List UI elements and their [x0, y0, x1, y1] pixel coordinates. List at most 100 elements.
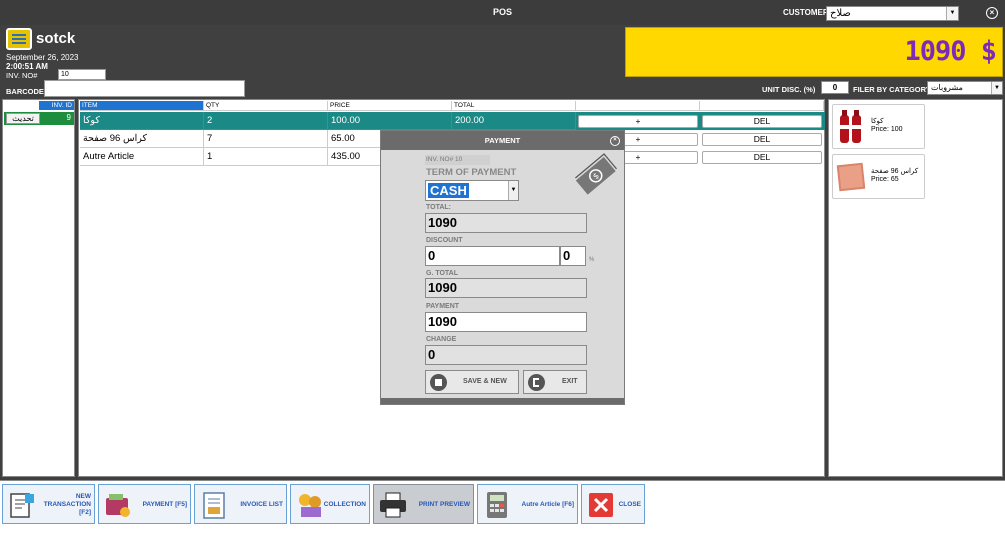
gtotal-field: 1090 — [425, 278, 587, 298]
inv-no-field[interactable]: 10 — [58, 69, 106, 80]
inv-id-row[interactable]: تحديث 9 — [4, 112, 74, 125]
notebook-icon — [836, 162, 866, 192]
term-value: CASH — [428, 183, 469, 198]
total-display: 1090 $ — [625, 27, 1003, 77]
invoice-id-panel: INV. ID تحديث 9 — [2, 99, 75, 477]
payment-label: PAYMENT [F5] — [142, 501, 187, 508]
column-header-total[interactable]: TOTAL — [452, 101, 576, 111]
print-preview-label: PRINT PREVIEW — [418, 501, 470, 508]
column-header-item[interactable]: ITEM — [80, 101, 204, 111]
unit-disc-label: UNIT DISC. (%) — [762, 85, 816, 94]
discount-percent-input[interactable]: 0 — [560, 246, 586, 266]
close-icon[interactable]: × — [610, 136, 620, 146]
refresh-button[interactable]: تحديث — [6, 113, 40, 124]
column-header-add — [576, 101, 700, 111]
customer-select[interactable]: صلاح ▼ — [826, 6, 959, 21]
autre-article-button[interactable]: Autre Article [F6] — [477, 484, 578, 524]
invoice-icon — [203, 492, 225, 519]
term-of-payment-select[interactable]: CASH ▼ — [425, 180, 519, 201]
payment-label: PAYMENT — [426, 303, 460, 310]
exit-icon — [528, 374, 545, 391]
close-icon — [589, 493, 613, 517]
filter-category-label: FILER BY CATEGORY — [853, 85, 931, 94]
total-amount: 1090 $ — [904, 36, 997, 67]
delete-row-button[interactable]: DEL — [702, 115, 822, 128]
discount-input[interactable]: 0 — [425, 246, 560, 266]
product-card[interactable]: كوكا Price: 100 — [832, 104, 925, 149]
product-price: Price: 100 — [871, 126, 903, 133]
new-document-icon — [10, 493, 34, 518]
chevron-down-icon[interactable]: ▼ — [946, 7, 958, 20]
delete-row-button[interactable]: DEL — [702, 133, 822, 146]
close-label: CLOSE — [618, 501, 641, 508]
save-icon — [430, 374, 447, 391]
product-name: كوكا — [871, 118, 884, 125]
barcode-label: BARCODE — [6, 87, 44, 96]
product-panel: كوكا Price: 100 كراس 96 صفحة Price: 65 — [828, 99, 1003, 477]
table-row[interactable]: كوكا 2 100.00 200.00 + DEL — [80, 112, 825, 130]
calculator-icon — [487, 492, 507, 518]
cell-qty[interactable]: 7 — [204, 130, 328, 148]
window-title: POS — [492, 7, 512, 17]
collection-button[interactable]: COLLECTION — [290, 484, 370, 524]
customer-value: صلاح — [830, 8, 851, 19]
payment-input[interactable]: 1090 — [425, 312, 587, 332]
exit-button[interactable]: EXIT — [523, 370, 587, 394]
collection-label: COLLECTION — [323, 501, 366, 508]
current-time: 2:00:51 AM — [6, 62, 48, 71]
new-transaction-button[interactable]: NEW TRANSACTION [F2] — [2, 484, 95, 524]
dialog-title: PAYMENT — [381, 131, 624, 150]
new-transaction-label: NEW TRANSACTION [F2] — [43, 493, 91, 516]
inv-id-value: 9 — [66, 113, 71, 122]
exit-label: EXIT — [562, 378, 578, 385]
payment-button[interactable]: PAYMENT [F5] — [98, 484, 191, 524]
add-qty-button[interactable]: + — [578, 115, 698, 128]
invoice-list-button[interactable]: INVOICE LIST — [194, 484, 287, 524]
cell-total: 200.00 — [452, 112, 576, 130]
payment-dialog: PAYMENT × INV. NO# 10 $ TERM OF PAYMENT … — [380, 130, 625, 405]
cell-item: كوكا — [80, 112, 204, 130]
cell-price[interactable]: 100.00 — [328, 112, 452, 130]
change-field: 0 — [425, 345, 587, 365]
app-logo — [6, 28, 32, 50]
cash-money-icon: $ — [573, 153, 618, 197]
customer-label: CUSTOMER — [783, 8, 829, 17]
close-icon[interactable]: × — [986, 7, 998, 19]
product-card[interactable]: كراس 96 صفحة Price: 65 — [832, 154, 925, 199]
total-label: TOTAL: — [426, 204, 452, 211]
close-button[interactable]: CLOSE — [581, 484, 645, 524]
term-of-payment-label: TERM OF PAYMENT — [426, 167, 517, 178]
product-price: Price: 65 — [871, 176, 899, 183]
cell-qty[interactable]: 1 — [204, 148, 328, 166]
chevron-down-icon[interactable]: ▼ — [991, 82, 1002, 94]
column-header-del — [700, 101, 824, 111]
printer-icon — [380, 492, 406, 518]
pos-window: POS CUSTOMER صلاح ▼ × sotck September 26… — [0, 0, 1005, 536]
dialog-footer-bar — [381, 398, 624, 404]
column-header-qty[interactable]: QTY — [204, 101, 328, 111]
brand-name: sotck — [36, 30, 76, 47]
delete-row-button[interactable]: DEL — [702, 151, 822, 164]
barcode-input[interactable] — [44, 80, 245, 97]
discount-label: DISCOUNT — [426, 237, 463, 244]
save-and-new-button[interactable]: SAVE & NEW — [425, 370, 519, 394]
unit-disc-input[interactable]: 0 — [821, 81, 849, 94]
print-preview-button[interactable]: PRINT PREVIEW — [373, 484, 474, 524]
cell-qty[interactable]: 2 — [204, 112, 328, 130]
coins-icon — [299, 494, 321, 517]
dialog-inv-no: INV. NO# 10 — [425, 155, 490, 165]
gtotal-label: G. TOTAL — [426, 270, 459, 277]
current-date: September 26, 2023 — [6, 53, 79, 62]
inv-id-header: INV. ID — [39, 101, 74, 110]
column-header-price[interactable]: PRICE — [328, 101, 452, 111]
cell-item: كراس 96 صفحة — [80, 130, 204, 148]
autre-article-label: Autre Article [F6] — [521, 501, 575, 508]
product-name: كراس 96 صفحة — [871, 168, 919, 175]
cell-item: Autre Article — [80, 148, 204, 166]
invoice-list-label: INVOICE LIST — [240, 501, 283, 508]
total-field: 1090 — [425, 213, 587, 233]
bottom-toolbar: NEW TRANSACTION [F2] PAYMENT [F5] INVOIC… — [0, 480, 1005, 536]
save-and-new-label: SAVE & NEW — [463, 378, 507, 385]
category-select[interactable]: مشروبات ▼ — [927, 81, 1003, 95]
chevron-down-icon[interactable]: ▼ — [508, 181, 518, 200]
